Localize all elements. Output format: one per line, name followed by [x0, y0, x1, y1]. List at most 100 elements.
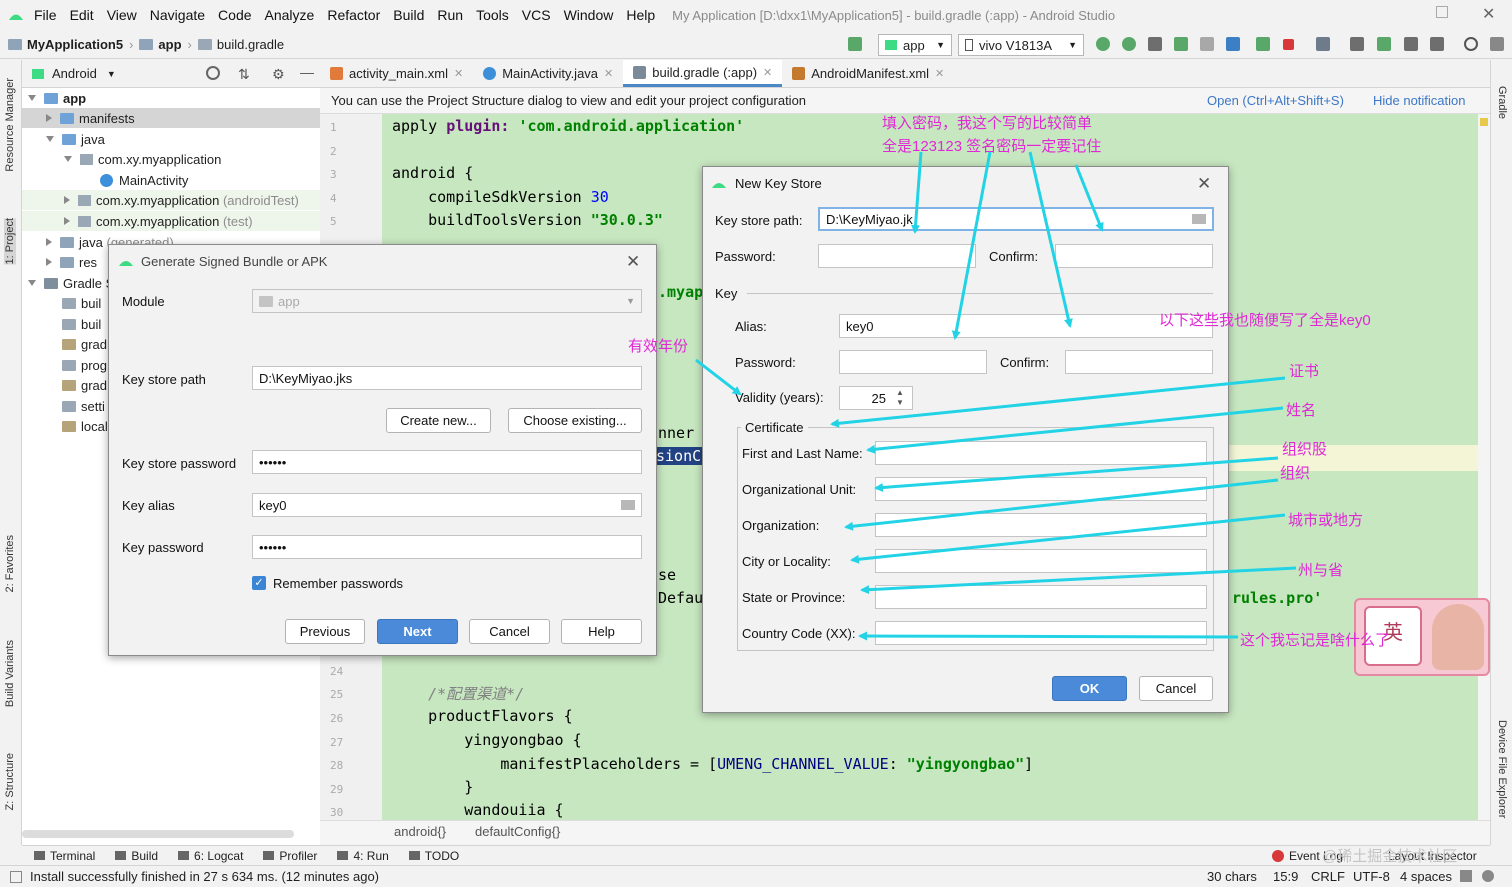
- next-button[interactable]: Next: [377, 619, 458, 644]
- indent-setting[interactable]: 4 spaces: [1400, 869, 1452, 884]
- settings-icon[interactable]: [1490, 37, 1504, 51]
- hide-notification-link[interactable]: Hide notification: [1373, 93, 1466, 108]
- inspector-icon[interactable]: [1482, 870, 1494, 882]
- structure-tab[interactable]: Z: Structure: [4, 753, 16, 810]
- breadcrumb-android[interactable]: android{}: [394, 824, 446, 839]
- make-project-hammer-icon[interactable]: [848, 37, 862, 51]
- create-new-button[interactable]: Create new...: [386, 408, 491, 433]
- tree-item-package-androidtest[interactable]: com.xy.myapplication (androidTest): [22, 190, 320, 210]
- device-select[interactable]: vivo V1813A ▼: [958, 34, 1084, 56]
- browse-folder-icon[interactable]: [1192, 214, 1206, 224]
- city-input[interactable]: [875, 549, 1207, 573]
- gradle-tab[interactable]: Gradle: [1496, 86, 1508, 119]
- tab-build-gradle[interactable]: build.gradle (:app) ✕: [623, 60, 783, 87]
- file-encoding[interactable]: UTF-8: [1353, 869, 1390, 884]
- tree-item-java[interactable]: java: [22, 129, 320, 149]
- project-structure-icon[interactable]: [1316, 37, 1330, 51]
- layout-inspector-icon[interactable]: [1430, 37, 1444, 51]
- cancel-button[interactable]: Cancel: [1139, 676, 1213, 701]
- tree-item-app[interactable]: app: [22, 88, 320, 108]
- open-project-structure-link[interactable]: Open (Ctrl+Alt+Shift+S): [1207, 93, 1344, 108]
- lock-icon[interactable]: [1460, 870, 1472, 882]
- gear-icon[interactable]: ⚙: [272, 66, 285, 83]
- confirm-password-input[interactable]: [1055, 244, 1213, 268]
- build-tab[interactable]: Build: [115, 849, 158, 863]
- locate-icon[interactable]: [206, 66, 220, 80]
- menu-vcs[interactable]: VCS: [522, 7, 551, 23]
- cancel-button[interactable]: Cancel: [469, 619, 550, 644]
- tree-item-mainactivity[interactable]: MainActivity: [22, 170, 320, 190]
- restore-window-button[interactable]: [1436, 6, 1448, 18]
- key-store-path-input[interactable]: D:\KeyMiyao.jks: [252, 366, 642, 390]
- module-select[interactable]: app ▼: [252, 289, 642, 313]
- caret-position[interactable]: 15:9: [1273, 869, 1298, 884]
- project-tab[interactable]: 1: Project: [4, 218, 16, 265]
- close-icon[interactable]: ✕: [935, 67, 944, 80]
- menu-refactor[interactable]: Refactor: [327, 7, 380, 23]
- build-variants-tab[interactable]: Build Variants: [4, 640, 16, 707]
- stop-icon[interactable]: [1283, 39, 1294, 50]
- run-config-select[interactable]: app ▼: [878, 34, 952, 56]
- menu-tools[interactable]: Tools: [476, 7, 509, 23]
- close-icon[interactable]: ✕: [1197, 174, 1211, 194]
- close-icon[interactable]: ✕: [763, 66, 772, 79]
- tab-android-manifest[interactable]: AndroidManifest.xml ✕: [782, 60, 954, 87]
- todo-tab[interactable]: TODO: [408, 849, 459, 863]
- breadcrumb-file[interactable]: build.gradle: [197, 37, 284, 52]
- tab-activity-main[interactable]: activity_main.xml ✕: [320, 60, 473, 87]
- key-password-input[interactable]: [839, 350, 987, 374]
- password-input[interactable]: [818, 244, 976, 268]
- sdk-manager-icon[interactable]: [1377, 37, 1391, 51]
- browse-folder-icon[interactable]: [621, 500, 635, 510]
- key-store-path-input[interactable]: D:\KeyMiyao.jk: [818, 207, 1214, 231]
- first-last-name-input[interactable]: [875, 441, 1207, 465]
- menu-edit[interactable]: Edit: [70, 7, 94, 23]
- breadcrumb-module[interactable]: app: [139, 37, 182, 52]
- run-list-icon[interactable]: [1148, 37, 1162, 51]
- alias-input[interactable]: key0: [839, 314, 1213, 338]
- close-icon[interactable]: ✕: [626, 252, 640, 272]
- logcat-tab[interactable]: 6: Logcat: [178, 849, 243, 863]
- profile-icon[interactable]: [1226, 37, 1240, 51]
- menu-window[interactable]: Window: [564, 7, 614, 23]
- key-confirm-input[interactable]: [1065, 350, 1213, 374]
- menu-run[interactable]: Run: [437, 7, 463, 23]
- avd-manager-icon[interactable]: [1350, 37, 1364, 51]
- menu-help[interactable]: Help: [626, 7, 655, 23]
- country-code-input[interactable]: [875, 621, 1207, 645]
- menu-file[interactable]: File: [34, 7, 57, 23]
- debug-icon[interactable]: [1174, 37, 1188, 51]
- key-password-input[interactable]: ••••••: [252, 535, 642, 559]
- org-unit-input[interactable]: [875, 477, 1207, 501]
- search-icon[interactable]: [1464, 37, 1478, 51]
- attach-debugger-icon[interactable]: [1256, 37, 1270, 51]
- collapse-all-icon[interactable]: ⇅: [238, 66, 250, 83]
- apply-code-changes-icon[interactable]: [1122, 37, 1136, 51]
- device-file-explorer-tab[interactable]: Device File Explorer: [1496, 720, 1508, 818]
- device-manager-icon[interactable]: [1404, 37, 1418, 51]
- close-icon[interactable]: ✕: [604, 67, 613, 80]
- previous-button[interactable]: Previous: [285, 619, 365, 644]
- menu-build[interactable]: Build: [393, 7, 424, 23]
- line-separator[interactable]: CRLF: [1311, 869, 1345, 884]
- menu-view[interactable]: View: [107, 7, 137, 23]
- breadcrumb-defaultconfig[interactable]: defaultConfig{}: [475, 824, 560, 839]
- attach-icon[interactable]: [1200, 37, 1214, 51]
- ok-button[interactable]: OK: [1052, 676, 1127, 701]
- editor-scrollbar[interactable]: [1478, 114, 1490, 820]
- apply-changes-icon[interactable]: [1096, 37, 1110, 51]
- hide-panel-icon[interactable]: —: [300, 64, 314, 80]
- terminal-tab[interactable]: Terminal: [34, 849, 95, 863]
- chevron-down-icon[interactable]: ▼: [107, 69, 116, 79]
- resource-manager-tab[interactable]: Resource Manager: [4, 78, 16, 172]
- horizontal-scrollbar[interactable]: [22, 830, 294, 838]
- help-button[interactable]: Help: [561, 619, 642, 644]
- close-window-button[interactable]: ✕: [1482, 4, 1495, 24]
- tree-item-package[interactable]: com.xy.myapplication: [22, 149, 320, 169]
- organization-input[interactable]: [875, 513, 1207, 537]
- tab-mainactivity[interactable]: MainActivity.java ✕: [473, 60, 623, 87]
- spinner-arrows-icon[interactable]: ▲ ▼: [896, 388, 904, 408]
- run-tab[interactable]: 4: Run: [337, 849, 389, 863]
- favorites-tab[interactable]: 2: Favorites: [4, 535, 16, 592]
- state-input[interactable]: [875, 585, 1207, 609]
